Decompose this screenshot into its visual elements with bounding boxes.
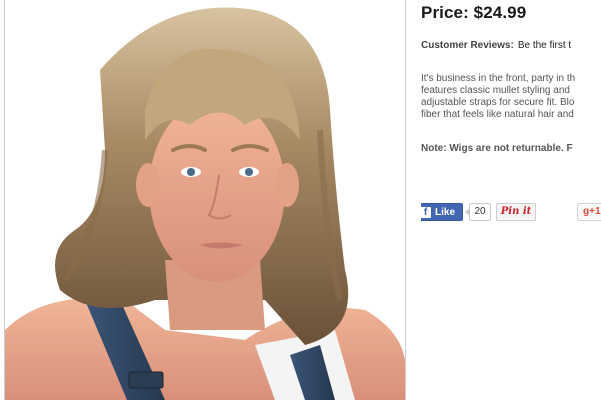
column-divider	[405, 0, 406, 400]
google-plus-button[interactable]: g+1	[577, 203, 601, 221]
description-line: adjustable straps for secure fit. Blo	[421, 97, 575, 108]
product-photo	[5, 0, 405, 400]
description-line: features classic mullet styling and	[421, 85, 570, 96]
reviews-link[interactable]: Be the first t	[518, 40, 571, 51]
product-description: It's business in the front, party in th …	[421, 73, 575, 121]
facebook-icon: f	[421, 207, 431, 218]
customer-reviews: Customer Reviews: Be the first t	[421, 40, 571, 51]
facebook-like-button[interactable]: f Like	[421, 203, 463, 221]
product-page: Price: $24.99 Customer Reviews: Be the fi…	[0, 0, 601, 400]
return-note: Note: Wigs are not returnable. F	[421, 143, 573, 154]
pinterest-pin-button[interactable]: Pin it	[496, 203, 536, 221]
reviews-label: Customer Reviews:	[421, 40, 514, 51]
product-details: Price: $24.99 Customer Reviews: Be the fi…	[421, 0, 601, 400]
product-price: Price: $24.99	[421, 3, 527, 22]
facebook-like-label: Like	[435, 207, 456, 218]
description-line: fiber that feels like natural hair and	[421, 109, 574, 120]
facebook-like-count: 20	[465, 203, 491, 221]
description-line: It's business in the front, party in th	[421, 73, 576, 84]
social-share-bar: f Like 20 Pin it g+1	[421, 203, 601, 223]
